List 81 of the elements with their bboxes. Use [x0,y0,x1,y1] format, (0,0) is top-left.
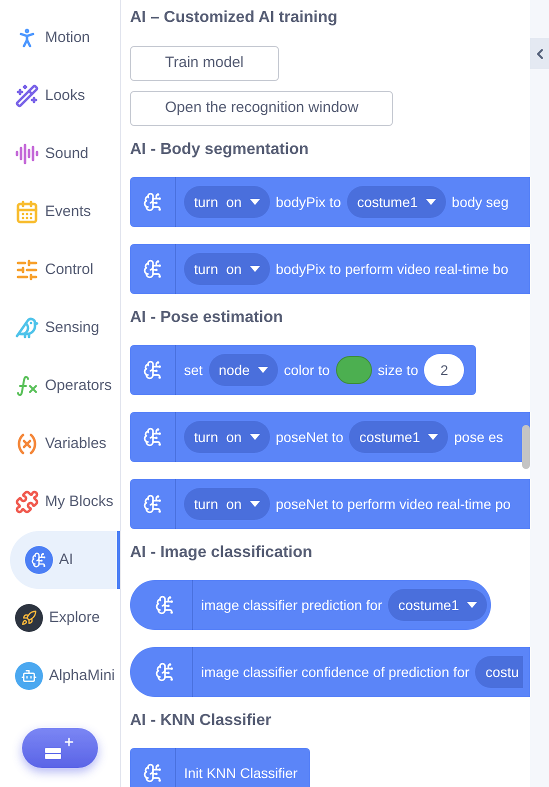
ai-head-icon [142,427,162,447]
variable-icon [15,432,39,456]
command-block[interactable]: set node color to size to 2 [130,345,476,395]
palette-button[interactable]: Open the recognition window [130,91,394,126]
caret-icon [426,199,436,205]
category-item[interactable]: Sound [0,125,120,183]
ai-head-icon [142,192,162,212]
block-dropdown[interactable]: costume1 [388,589,487,621]
reporter-block[interactable]: image classifier confidence of prediction for costu [130,647,530,697]
scrollbar-thumb[interactable] [522,425,530,469]
ai-head-icon [25,546,53,574]
reporter-block[interactable]: image classifier prediction for costume1 [130,580,491,630]
ai-head-icon [142,360,162,380]
ai-head-icon [155,662,175,682]
block-text: image classifier prediction for [201,596,382,615]
block-dropdown[interactable]: turn on [184,488,270,520]
caret-icon [250,199,260,205]
category-item[interactable]: AI [10,531,120,589]
block-text: poseNet to [276,428,344,447]
section-title: AI - Body segmentation [130,140,310,160]
section-title: AI - Image classification [130,543,314,563]
category-item[interactable]: Variables [0,415,120,473]
function-icon [15,374,39,398]
robot-icon [15,662,43,690]
sound-wave-icon [15,142,39,166]
command-block[interactable]: turn on poseNet to costume1 pose es [130,412,530,462]
command-block[interactable]: turn on bodyPix to costume1 body seg [130,177,530,227]
block-dropdown[interactable]: costu [475,656,523,688]
ai-head-icon [142,494,162,514]
bird-icon [15,316,39,340]
block-dropdown[interactable]: costume1 [347,186,446,218]
block-dropdown[interactable]: costume1 [349,421,448,453]
block-text: size to [378,360,418,380]
number-input[interactable]: 2 [424,354,464,386]
magic-wand-icon [15,84,39,108]
category-item[interactable]: Sensing [0,299,120,357]
block-dropdown[interactable]: turn on [184,421,270,453]
section-title: AI - KNN Classifier [130,711,272,731]
section-title: AI – Customized AI training [130,8,338,28]
command-block[interactable]: Init KNN Classifier [130,748,310,787]
extension-add-icon [45,736,75,760]
block-text: Init KNN Classifier [184,764,298,782]
caret-icon [250,266,260,272]
ai-head-icon [142,259,162,279]
caret-icon [250,434,260,440]
block-text: pose es [454,428,504,447]
rocket-icon [15,604,43,632]
command-block[interactable]: turn on bodyPix to perform video real-time bo [130,244,530,294]
calendar-icon [15,200,39,224]
block-text: bodyPix to [276,192,342,212]
block-text: color to [284,360,330,380]
collapse-button[interactable] [530,38,549,69]
color-swatch[interactable] [336,356,372,384]
category-item[interactable]: Control [0,241,120,299]
sliders-icon [15,258,39,282]
puzzle-icon [15,490,39,514]
command-block[interactable]: turn on poseNet to perform video real-time po [130,479,530,529]
caret-icon [428,434,438,440]
caret-icon [467,602,477,608]
add-extension-button[interactable] [22,728,98,768]
section-title: AI - Pose estimation [130,308,284,328]
category-item[interactable]: Explore [0,589,120,647]
category-item[interactable]: Looks [0,67,120,125]
caret-icon [258,367,268,373]
category-item[interactable]: Motion [0,9,120,67]
ai-head-icon [142,763,162,783]
caret-icon [250,501,260,507]
block-dropdown[interactable]: turn on [184,186,270,218]
category-item[interactable]: Operators [0,357,120,415]
block-dropdown[interactable]: turn on [184,253,270,285]
block-text: body seg [452,192,509,212]
category-item[interactable]: Events [0,183,120,241]
block-text: image classifier confidence of prediction for [201,662,470,682]
category-item[interactable]: AlphaMini [0,647,120,705]
ai-head-icon [155,595,175,615]
block-text: bodyPix to perform video real-time bo [276,260,508,279]
category-item[interactable]: My Blocks [0,473,120,531]
block-text: set [184,360,203,380]
palette-button[interactable]: Train model [130,46,279,81]
block-text: poseNet to perform video real-time po [276,494,511,514]
block-dropdown[interactable]: node [208,354,278,386]
